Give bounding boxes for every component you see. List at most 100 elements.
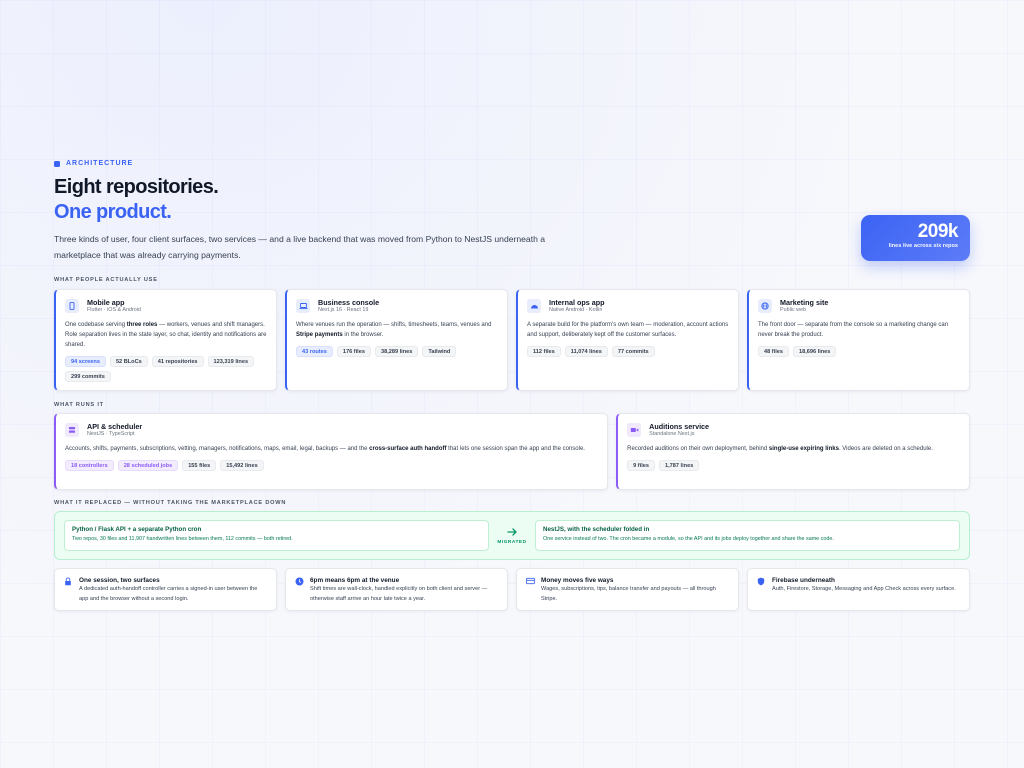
phone-icon	[65, 299, 79, 313]
stat-pill: 1,787 lines	[659, 460, 700, 471]
services-section-label: WHAT RUNS IT	[54, 402, 104, 408]
feature-title: Money moves five ways	[541, 577, 614, 584]
card-subtitle: Public web	[780, 307, 807, 313]
feature-desc: A dedicated auth-handoff controller carr…	[79, 586, 258, 602]
card-header: Internal ops app Native Android · Kotlin	[527, 298, 729, 314]
stat-pill: 112 files	[527, 346, 561, 357]
shield-icon	[756, 576, 766, 586]
desc-text: that lets one session span the app and t…	[446, 446, 585, 452]
card-title: Marketing site	[780, 298, 829, 307]
card-heading: Auditions service Standalone Next.js	[649, 422, 709, 438]
feature-text: Money moves five ways Wages, subscription…	[541, 576, 730, 603]
desc-text: Accounts, shifts, payments, subscription…	[65, 446, 370, 452]
card-stats: 112 files 11,074 lines 77 commits	[527, 346, 729, 357]
feature-6pm-means-6pm-at-the-venue: 6pm means 6pm at the venue Shift times ar…	[285, 568, 508, 611]
card-subtitle: Flutter · iOS & Android	[87, 307, 141, 313]
card-title: Mobile app	[87, 298, 125, 307]
card-title: Auditions service	[649, 422, 710, 431]
card-stats: 43 routes 176 files 38,289 lines Tailwind	[296, 346, 498, 357]
card-heading: Business console Next.js 16 · React 19	[318, 298, 379, 314]
feature-title: Firebase underneath	[772, 577, 835, 584]
card-heading: API & scheduler NestJS · TypeScript	[87, 422, 142, 438]
new-stack-box: NestJS, with the scheduler folded in One…	[535, 520, 960, 551]
stat-pill: 9 files	[627, 460, 655, 471]
stat-pill: 94 screens	[65, 356, 106, 367]
card-stats: 94 screens 52 BLoCs 41 repositories 123,319…	[65, 356, 267, 382]
desc-emphasis: three roles	[126, 322, 158, 328]
server-icon	[65, 423, 79, 437]
stat-pill: 299 commits	[65, 371, 111, 382]
card-stats: 9 files 1,787 lines	[627, 460, 960, 471]
title-line-2: One product.	[54, 201, 172, 223]
stat-pill: Tailwind	[422, 346, 457, 357]
feature-title: 6pm means 6pm at the venue	[310, 577, 400, 584]
stat-pill: 155 files	[182, 460, 217, 471]
eyebrow: ARCHITECTURE	[54, 160, 970, 167]
card-description: Recorded auditions on their own deployme…	[627, 444, 960, 454]
stat-pill: 77 commits	[611, 346, 655, 357]
migration-section-label: WHAT IT REPLACED — WITHOUT TAKING THE MA…	[54, 500, 287, 506]
desc-text: . Videos are deleted on a schedule.	[838, 446, 933, 452]
migrated-label: MIGRATED	[497, 539, 527, 545]
migration-panel: Python / Flask API + a separate Python c…	[54, 511, 970, 560]
feature-text: Firebase underneath Auth, Firestore, Stor…	[772, 576, 956, 603]
card-title: API & scheduler	[87, 422, 143, 431]
desc-emphasis: Stripe payments	[296, 332, 343, 338]
desc-emphasis: cross-surface auth handoff	[369, 446, 447, 452]
migration-arrow: MIGRATED	[489, 527, 535, 545]
feature-title: One session, two surfaces	[79, 577, 160, 584]
card-description: One codebase serving three roles — worke…	[65, 320, 267, 350]
desc-text: One codebase serving	[65, 322, 127, 328]
stat-pill: 123,319 lines	[207, 356, 255, 367]
stat-pill: 48 files	[758, 346, 789, 357]
card-mobile-app: Mobile app Flutter · iOS & Android One cod…	[54, 289, 277, 391]
lead-paragraph: Three kinds of user, four client surface…	[54, 234, 546, 260]
feature-one-session-two-surfaces: One session, two surfaces A dedicated aut…	[54, 568, 277, 611]
card-header: API & scheduler NestJS · TypeScript	[65, 422, 598, 438]
lines-stat-badge: 209k lines live across six repos	[861, 215, 970, 261]
clock-icon	[294, 576, 304, 586]
desc-emphasis: single-use expiring links	[768, 446, 839, 452]
stat-pill: 41 repositories	[151, 356, 204, 367]
services-row: API & scheduler NestJS · TypeScript Accoun…	[54, 413, 970, 490]
card-subtitle: Native Android · Kotlin	[549, 307, 603, 313]
feature-desc: Auth, Firestore, Storage, Messaging and …	[772, 586, 956, 592]
eyebrow-marker	[54, 160, 60, 167]
desc-text: in the browser.	[342, 332, 384, 338]
card-marketing-site: Marketing site Public web The front door —…	[747, 289, 970, 391]
eyebrow-label: ARCHITECTURE	[66, 160, 134, 167]
card-subtitle: Standalone Next.js	[649, 431, 695, 437]
stat-pill: 18 controllers	[65, 460, 114, 471]
card-header: Business console Next.js 16 · React 19	[296, 298, 498, 314]
feature-text: One session, two surfaces A dedicated aut…	[79, 576, 268, 603]
card-stats: 48 files 18,696 lines	[758, 346, 960, 357]
desc-text: A separate build for the platform's own …	[527, 322, 729, 338]
clients-row: Mobile app Flutter · iOS & Android One cod…	[54, 289, 970, 391]
legacy-desc: Two repos, 30 files and 11,907 handwritt…	[72, 536, 293, 542]
card-icon	[525, 576, 535, 586]
card-api-scheduler: API & scheduler NestJS · TypeScript Accoun…	[54, 413, 609, 490]
title-line-1: Eight repositories.	[54, 176, 219, 198]
stat-pill: 11,074 lines	[564, 346, 608, 357]
lock-icon	[63, 576, 73, 586]
page-title: Eight repositories. One product.	[54, 175, 970, 225]
stat-pill: 43 routes	[296, 346, 333, 357]
architecture-section: ARCHITECTURE Eight repositories. One pro…	[54, 160, 970, 611]
stat-pill: 176 files	[336, 346, 371, 357]
card-heading: Internal ops app Native Android · Kotlin	[549, 298, 605, 314]
card-description: Accounts, shifts, payments, subscription…	[65, 444, 598, 454]
card-heading: Marketing site Public web	[780, 298, 828, 314]
card-auditions-service: Auditions service Standalone Next.js Recor…	[616, 413, 970, 490]
card-stats: 18 controllers 28 scheduled jobs 155 files…	[65, 460, 598, 471]
android-icon	[527, 299, 541, 313]
card-title: Internal ops app	[549, 298, 605, 307]
card-subtitle: Next.js 16 · React 19	[318, 307, 369, 313]
card-description: Where venues run the operation — shifts,…	[296, 320, 498, 340]
stat-caption: lines live across six repos	[888, 243, 958, 249]
card-header: Auditions service Standalone Next.js	[627, 422, 960, 438]
new-stack-title: NestJS, with the scheduler folded in	[543, 526, 650, 533]
clients-section-label: WHAT PEOPLE ACTUALLY USE	[54, 277, 158, 283]
desc-text: The front door — separate from the conso…	[758, 322, 949, 338]
feature-desc: Shift times are wall-clock, handled expl…	[310, 586, 488, 602]
video-icon	[627, 423, 642, 437]
